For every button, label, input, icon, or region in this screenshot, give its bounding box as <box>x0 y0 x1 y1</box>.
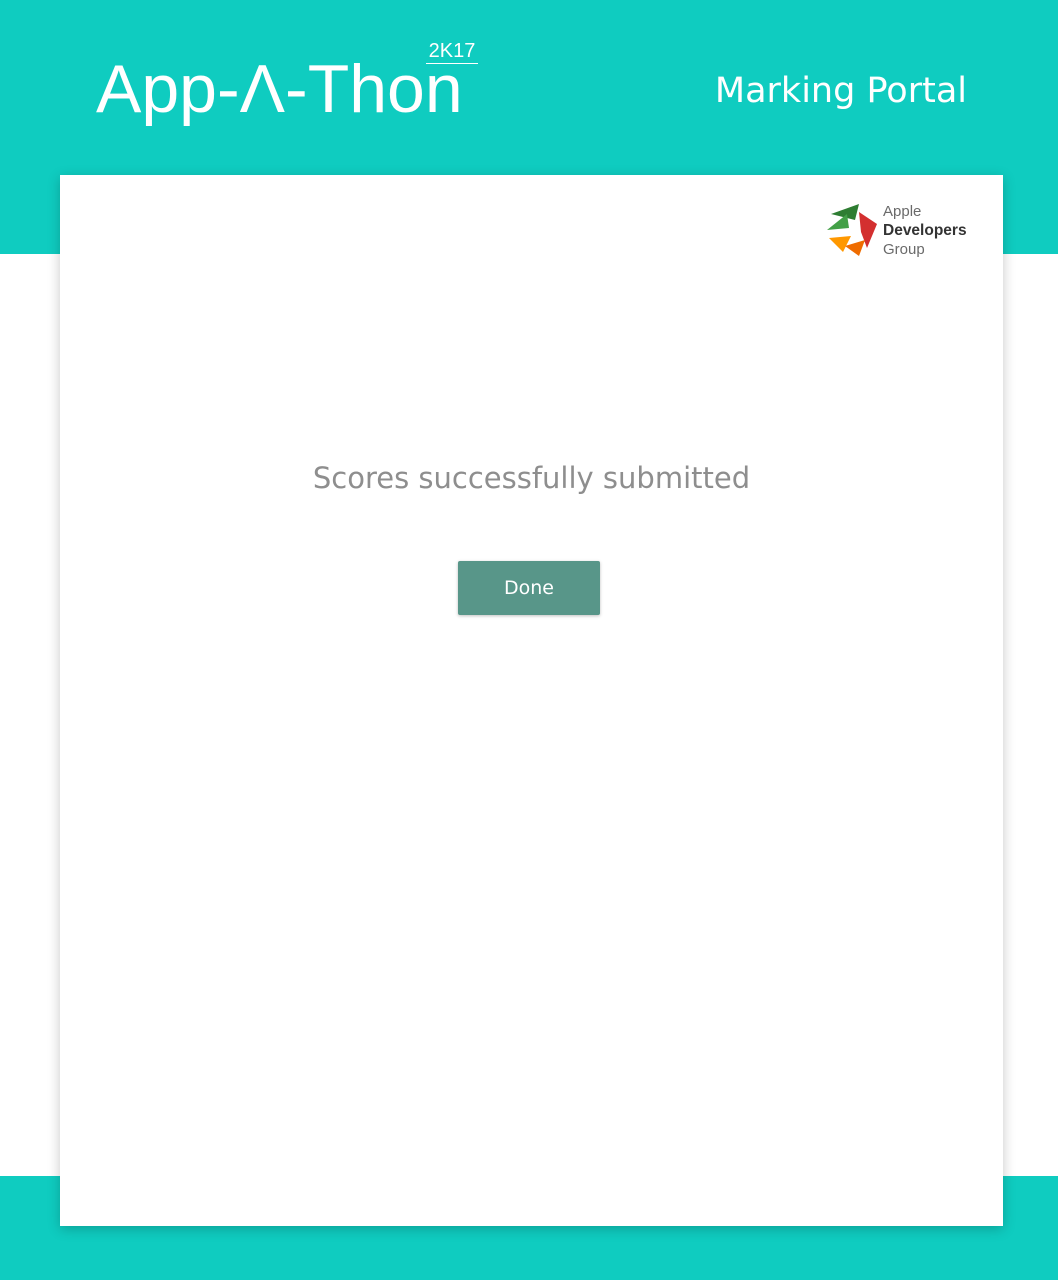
success-message: Scores successfully submitted <box>312 461 751 495</box>
brand-year: 2K17 <box>426 40 478 64</box>
logo-text-group: Group <box>883 241 925 258</box>
apple-developers-group-logo-icon <box>827 204 877 256</box>
done-button[interactable]: Done <box>458 561 600 615</box>
portal-title: Marking Portal <box>714 71 967 111</box>
apple-developers-group-logo: Apple Developers Group <box>825 200 985 260</box>
brand-title: App-Λ-Thon <box>96 51 463 127</box>
main-card: Apple Developers Group Scores successful… <box>60 175 1003 1226</box>
logo-text-apple: Apple <box>883 203 922 220</box>
logo-text: Apple Developers Group <box>883 202 967 259</box>
logo-text-developers: Developers <box>883 222 967 239</box>
app-brand: App-Λ-Thon 2K17 <box>96 40 496 130</box>
